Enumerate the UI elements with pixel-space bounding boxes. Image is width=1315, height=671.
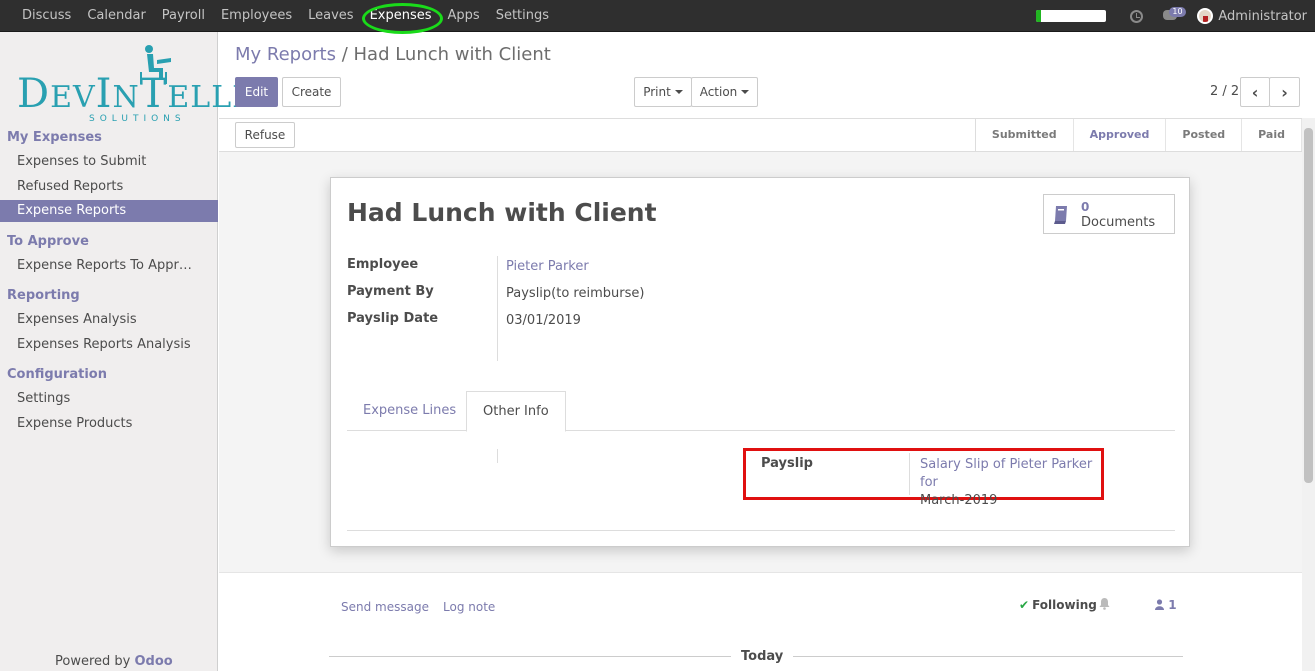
section-reporting[interactable]: Reporting (7, 288, 80, 303)
sheet-bottom-divider (347, 530, 1175, 531)
record-title: Had Lunch with Client (347, 198, 657, 227)
company-logo[interactable]: DEVINTELLE SOLUTIONS (17, 44, 254, 130)
sidebar-item-expenses-to-submit[interactable]: Expenses to Submit (17, 154, 146, 169)
pager-next-button[interactable]: › (1269, 77, 1300, 107)
chatter: Send message Log note ✔ Following 1 Today (219, 572, 1302, 671)
form-sheet: Had Lunch with Client 0 Documents Employ… (330, 177, 1190, 547)
payslip-link-rest[interactable]: March-2019 (920, 493, 997, 508)
stage-approved[interactable]: Approved (1074, 119, 1167, 151)
message-count-badge: 10 (1169, 7, 1186, 17)
payslip-date-label: Payslip Date (347, 311, 439, 326)
pager-previous-button[interactable]: ‹ (1240, 77, 1270, 107)
stage-posted[interactable]: Posted (1166, 119, 1243, 151)
powered-by-text: Powered by (55, 654, 131, 669)
print-label: Print (643, 85, 671, 99)
tab-content-divider (497, 449, 498, 463)
breadcrumb-separator: / (341, 44, 348, 65)
payment-by-label: Payment By (347, 284, 434, 299)
documents-smart-button[interactable]: 0 Documents (1043, 194, 1175, 234)
payslip-link[interactable]: Salary Slip of Pieter Parker for (920, 457, 1092, 490)
powered-by: Powered by Odoo (55, 654, 173, 669)
menu-settings[interactable]: Settings (488, 0, 557, 32)
documents-count: 0 (1081, 200, 1090, 214)
user-menu-name[interactable]: Administrator (1218, 9, 1307, 24)
followers-count: 1 (1168, 598, 1177, 612)
employee-field[interactable]: Pieter Parker (506, 259, 589, 274)
breadcrumb-current: Had Lunch with Client (353, 44, 551, 65)
menu-apps[interactable]: Apps (440, 0, 488, 32)
stage-submitted[interactable]: Submitted (976, 119, 1074, 151)
menu-leaves[interactable]: Leaves (300, 0, 361, 32)
menu-employees[interactable]: Employees (213, 0, 300, 32)
caret-down-icon (674, 90, 683, 94)
tab-expense-lines[interactable]: Expense Lines (347, 391, 472, 431)
payslip-field[interactable]: Salary Slip of Pieter Parker for March-20… (920, 456, 1110, 510)
user-avatar[interactable] (1197, 8, 1214, 24)
tab-other-info[interactable]: Other Info (466, 391, 566, 432)
payslip-highlight-box: Payslip Salary Slip of Pieter Parker for… (743, 448, 1104, 508)
sidebar-item-refused-reports[interactable]: Refused Reports (17, 179, 123, 194)
breadcrumb-parent[interactable]: My Reports (235, 44, 336, 65)
payslip-divider (909, 453, 910, 495)
field-divider (497, 256, 498, 361)
edit-button[interactable]: Edit (235, 77, 278, 107)
menu-discuss[interactable]: Discuss (14, 0, 79, 32)
payment-by-field[interactable]: Payslip(to reimburse) (506, 286, 644, 301)
odoo-link[interactable]: Odoo (135, 654, 173, 669)
stage-paid[interactable]: Paid (1242, 119, 1302, 151)
sidebar-item-reports-analysis[interactable]: Expenses Reports Analysis (17, 337, 191, 352)
top-navbar: Discuss Calendar Payroll Employees Leave… (0, 0, 1315, 34)
chevron-left-icon: ‹ (1251, 82, 1259, 102)
chevron-right-icon: › (1281, 82, 1288, 102)
bell-icon[interactable] (1099, 598, 1110, 610)
sidebar: DEVINTELLE SOLUTIONS My Expenses Expense… (0, 32, 254, 671)
user-icon (1155, 599, 1164, 610)
send-message-button[interactable]: Send message (341, 600, 429, 614)
action-dropdown[interactable]: Action (691, 77, 758, 107)
book-icon (1054, 206, 1067, 224)
payslip-date-field[interactable]: 03/01/2019 (506, 313, 581, 328)
print-dropdown[interactable]: Print (634, 77, 692, 107)
refuse-button[interactable]: Refuse (235, 122, 295, 148)
followers-button[interactable]: 1 (1155, 598, 1177, 612)
section-to-approve[interactable]: To Approve (7, 234, 89, 249)
caret-down-icon (741, 90, 750, 94)
menu-expenses[interactable]: Expenses (361, 0, 443, 34)
logo-wordmark: DEVINTELLE (17, 71, 256, 117)
menu-payroll[interactable]: Payroll (154, 0, 213, 32)
check-icon: ✔ (1019, 598, 1030, 612)
scrollbar-thumb[interactable] (1304, 128, 1313, 483)
pager-value: 2 / 2 (1210, 84, 1240, 99)
sidebar-item-expense-products[interactable]: Expense Products (17, 416, 132, 431)
menu-calendar[interactable]: Calendar (79, 0, 153, 32)
logo-tagline: SOLUTIONS (89, 114, 186, 124)
following-label: Following (1032, 598, 1097, 612)
documents-label: Documents (1081, 215, 1156, 230)
breadcrumb: My Reports / Had Lunch with Client (235, 44, 551, 65)
notebook-tabs: Expense Lines Other Info (347, 391, 1175, 432)
form-statusbar: Refuse Submitted Approved Posted Paid (219, 118, 1302, 152)
log-note-button[interactable]: Log note (443, 600, 495, 614)
create-button[interactable]: Create (282, 77, 341, 107)
app-menu: Discuss Calendar Payroll Employees Leave… (14, 0, 557, 34)
systray: 10 Administrator (1036, 0, 1307, 32)
following-button[interactable]: ✔ Following (1019, 598, 1097, 612)
activity-clock-icon[interactable] (1130, 9, 1144, 23)
payslip-label: Payslip (761, 456, 813, 471)
vertical-scrollbar[interactable] (1302, 118, 1315, 671)
onboarding-progress-bar[interactable] (1036, 10, 1107, 22)
action-label: Action (699, 85, 738, 99)
sidebar-item-reports-to-approve[interactable]: Expense Reports To Appr… (17, 258, 192, 273)
sidebar-item-expenses-analysis[interactable]: Expenses Analysis (17, 312, 137, 327)
progress-fill (1036, 10, 1041, 22)
date-separator-today: Today (731, 649, 794, 664)
stage-pipeline: Submitted Approved Posted Paid (974, 119, 1302, 151)
section-my-expenses[interactable]: My Expenses (7, 130, 102, 145)
employee-label: Employee (347, 257, 419, 272)
sidebar-item-settings[interactable]: Settings (17, 391, 70, 406)
sidebar-item-expense-reports[interactable]: Expense Reports (0, 200, 218, 222)
messaging-button[interactable]: 10 (1163, 7, 1186, 23)
section-configuration[interactable]: Configuration (7, 367, 107, 382)
